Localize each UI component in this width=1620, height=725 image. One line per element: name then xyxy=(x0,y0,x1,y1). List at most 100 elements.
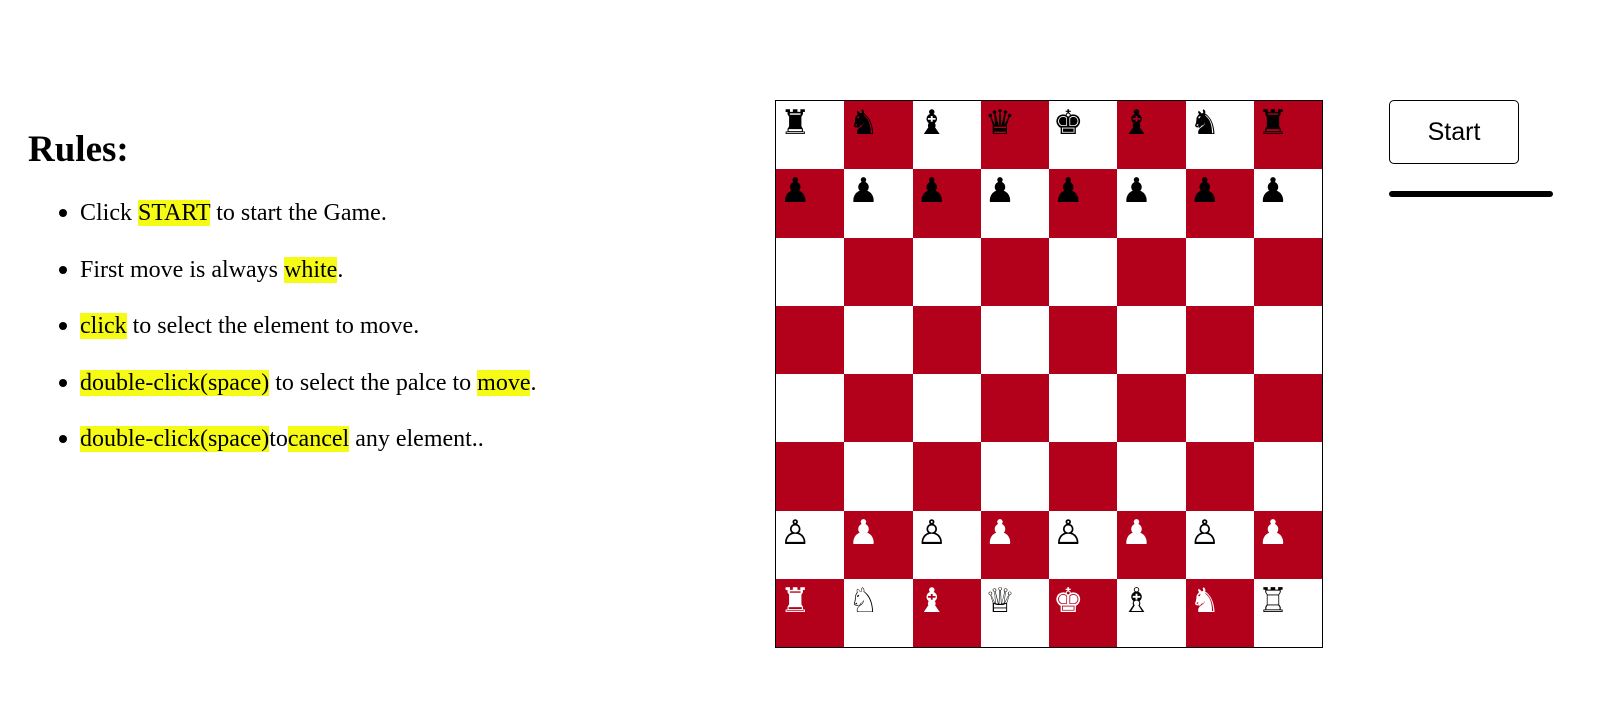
white-pawn-icon[interactable]: ♙ xyxy=(1190,513,1220,553)
white-bishop-icon[interactable]: ♝ xyxy=(917,581,947,621)
black-rook-icon[interactable]: ♜ xyxy=(1258,103,1288,143)
board-square[interactable]: ♙ xyxy=(1049,510,1118,579)
black-bishop-icon[interactable]: ♝ xyxy=(917,103,947,143)
board-square[interactable] xyxy=(1253,442,1322,511)
board-square[interactable] xyxy=(1185,374,1254,443)
board-square[interactable] xyxy=(980,374,1049,443)
black-pawn-icon[interactable]: ♟ xyxy=(917,171,947,211)
black-knight-icon[interactable]: ♞ xyxy=(1190,103,1220,143)
board-square[interactable] xyxy=(1117,442,1186,511)
board-square[interactable] xyxy=(912,237,981,306)
board-square[interactable] xyxy=(1049,237,1118,306)
board-square[interactable]: ♝ xyxy=(1117,101,1186,170)
board-square[interactable] xyxy=(1253,305,1322,374)
board-square[interactable]: ♗ xyxy=(1117,578,1186,647)
board-square[interactable]: ♞ xyxy=(844,101,913,170)
black-knight-icon[interactable]: ♞ xyxy=(848,103,878,143)
board-square[interactable]: ♖ xyxy=(1253,578,1322,647)
board-square[interactable]: ♟ xyxy=(1253,510,1322,579)
black-bishop-icon[interactable]: ♝ xyxy=(1121,103,1151,143)
board-square[interactable] xyxy=(1049,374,1118,443)
black-king-icon[interactable]: ♚ xyxy=(1053,103,1083,143)
board-square[interactable]: ♟ xyxy=(1117,169,1186,238)
black-pawn-icon[interactable]: ♟ xyxy=(1258,171,1288,211)
white-rook-icon[interactable]: ♖ xyxy=(1258,581,1288,621)
board-square[interactable]: ♜ xyxy=(1253,101,1322,170)
board-square[interactable] xyxy=(844,374,913,443)
board-square[interactable] xyxy=(776,237,845,306)
board-square[interactable]: ♟ xyxy=(980,510,1049,579)
board-square[interactable] xyxy=(1185,305,1254,374)
board-square[interactable] xyxy=(980,305,1049,374)
board-square[interactable] xyxy=(1253,374,1322,443)
board-square[interactable]: ♙ xyxy=(912,510,981,579)
board-square[interactable]: ♘ xyxy=(844,578,913,647)
white-pawn-icon[interactable]: ♟ xyxy=(1258,513,1288,553)
board-square[interactable] xyxy=(1253,237,1322,306)
white-pawn-icon[interactable]: ♙ xyxy=(917,513,947,553)
board-square[interactable] xyxy=(1117,305,1186,374)
board-square[interactable]: ♟ xyxy=(1185,169,1254,238)
board-square[interactable] xyxy=(1049,442,1118,511)
board-square[interactable] xyxy=(776,442,845,511)
board-square[interactable] xyxy=(776,374,845,443)
white-knight-icon[interactable]: ♘ xyxy=(848,581,878,621)
chess-board[interactable]: ♜ ♞ ♝ ♛ ♚ ♝ ♞ ♜ ♟ ♟ ♟ ♟ ♟ ♟ ♟ ♟ ♙ ♟ ♙ ♟ ♙ ♟ ♙ ♟ ♜ ♘ ♝ ♕ ♚ ♗ ♞ ♖ xyxy=(775,100,1323,648)
board-square[interactable]: ♝ xyxy=(912,578,981,647)
white-pawn-icon[interactable]: ♙ xyxy=(1053,513,1083,553)
board-square[interactable]: ♚ xyxy=(1049,101,1118,170)
board-square[interactable]: ♜ xyxy=(776,578,845,647)
board-square[interactable]: ♚ xyxy=(1049,578,1118,647)
black-pawn-icon[interactable]: ♟ xyxy=(1053,171,1083,211)
board-square[interactable]: ♟ xyxy=(844,169,913,238)
start-button[interactable]: Start xyxy=(1389,100,1519,164)
board-square[interactable]: ♜ xyxy=(776,101,845,170)
board-square[interactable] xyxy=(1117,374,1186,443)
black-queen-icon[interactable]: ♛ xyxy=(985,103,1015,143)
board-square[interactable]: ♛ xyxy=(980,101,1049,170)
rules-title: Rules: xyxy=(28,129,129,170)
white-pawn-icon[interactable]: ♟ xyxy=(1121,513,1151,553)
board-square[interactable]: ♟ xyxy=(1049,169,1118,238)
board-square[interactable]: ♙ xyxy=(776,510,845,579)
white-bishop-icon[interactable]: ♗ xyxy=(1121,581,1151,621)
board-square[interactable] xyxy=(1117,237,1186,306)
board-square[interactable]: ♕ xyxy=(980,578,1049,647)
board-square[interactable] xyxy=(1185,237,1254,306)
white-pawn-icon[interactable]: ♟ xyxy=(985,513,1015,553)
rule-text: to select the palce to xyxy=(269,369,478,396)
white-knight-icon[interactable]: ♞ xyxy=(1190,581,1220,621)
board-square[interactable] xyxy=(844,237,913,306)
board-square[interactable]: ♞ xyxy=(1185,578,1254,647)
board-square[interactable]: ♟ xyxy=(844,510,913,579)
white-king-icon[interactable]: ♚ xyxy=(1053,581,1083,621)
board-square[interactable]: ♟ xyxy=(980,169,1049,238)
black-pawn-icon[interactable]: ♟ xyxy=(780,171,810,211)
black-pawn-icon[interactable]: ♟ xyxy=(1121,171,1151,211)
board-square[interactable] xyxy=(844,305,913,374)
board-square[interactable] xyxy=(844,442,913,511)
black-pawn-icon[interactable]: ♟ xyxy=(1190,171,1220,211)
white-pawn-icon[interactable]: ♟ xyxy=(848,513,878,553)
board-square[interactable] xyxy=(1185,442,1254,511)
black-pawn-icon[interactable]: ♟ xyxy=(985,171,1015,211)
board-square[interactable]: ♞ xyxy=(1185,101,1254,170)
board-square[interactable]: ♟ xyxy=(1253,169,1322,238)
board-square[interactable]: ♝ xyxy=(912,101,981,170)
black-pawn-icon[interactable]: ♟ xyxy=(848,171,878,211)
black-rook-icon[interactable]: ♜ xyxy=(780,103,810,143)
board-square[interactable] xyxy=(912,305,981,374)
white-queen-icon[interactable]: ♕ xyxy=(985,581,1015,621)
board-square[interactable]: ♟ xyxy=(776,169,845,238)
board-square[interactable]: ♟ xyxy=(1117,510,1186,579)
board-square[interactable] xyxy=(912,374,981,443)
board-square[interactable] xyxy=(1049,305,1118,374)
board-square[interactable] xyxy=(912,442,981,511)
board-square[interactable] xyxy=(980,237,1049,306)
board-square[interactable] xyxy=(776,305,845,374)
board-square[interactable]: ♟ xyxy=(912,169,981,238)
white-pawn-icon[interactable]: ♙ xyxy=(780,513,810,553)
white-rook-icon[interactable]: ♜ xyxy=(780,581,810,621)
board-square[interactable] xyxy=(980,442,1049,511)
board-square[interactable]: ♙ xyxy=(1185,510,1254,579)
